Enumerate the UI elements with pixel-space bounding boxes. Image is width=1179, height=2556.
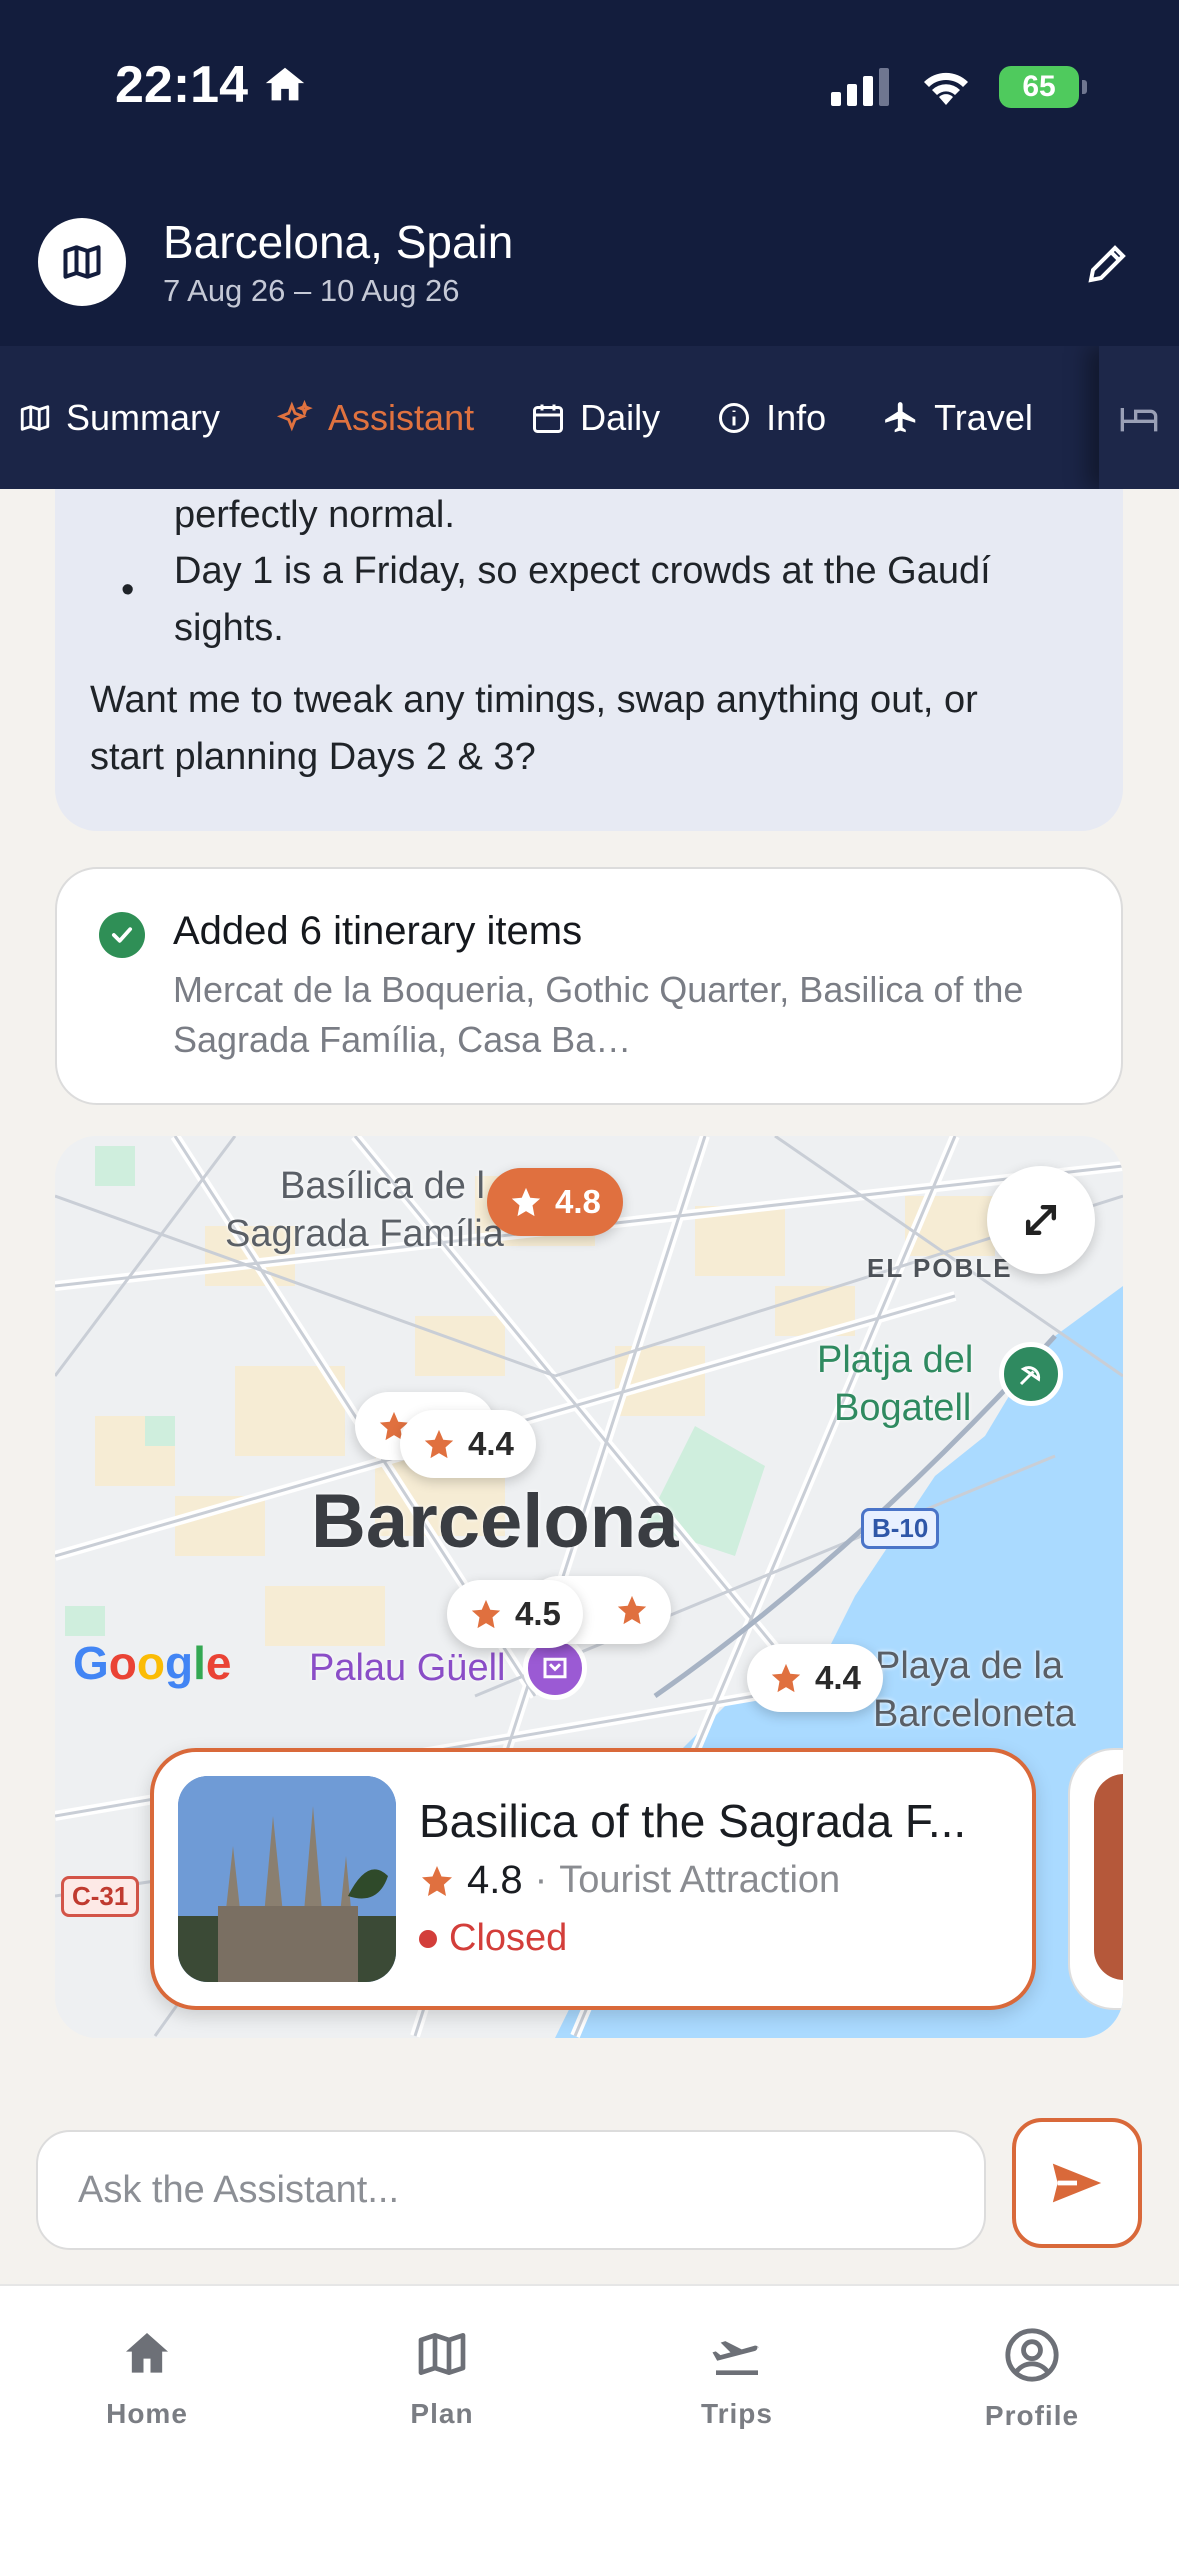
map-label-city: Barcelona	[311, 1479, 679, 1564]
home-status-icon	[265, 67, 305, 101]
map-icon	[63, 245, 101, 279]
map-marker-sagrada[interactable]: 4.8	[487, 1168, 623, 1236]
profile-icon	[1005, 2328, 1059, 2382]
chat-input-row	[0, 2110, 1179, 2250]
place-category: Tourist Attraction	[559, 1859, 841, 1901]
road-shield: B-10	[861, 1508, 940, 1549]
nav-trips[interactable]: Trips	[637, 2326, 837, 2430]
map-label: Platja del	[817, 1339, 974, 1381]
send-button[interactable]	[1012, 2118, 1142, 2248]
tab-daily[interactable]: Daily	[474, 346, 660, 489]
tab-info[interactable]: Info	[660, 346, 826, 489]
added-title: Added 6 itinerary items	[173, 909, 583, 953]
tab-assistant[interactable]: Assistant	[220, 346, 474, 489]
bed-icon	[1120, 407, 1158, 431]
google-logo: Google	[73, 1637, 232, 1689]
status-icons: 65	[831, 66, 1087, 108]
ask-assistant-input[interactable]	[36, 2130, 986, 2250]
status-bar: 22:14 65	[0, 0, 1179, 180]
star-icon	[422, 1865, 452, 1896]
status-dot-icon	[419, 1929, 437, 1948]
app-header: 22:14 65 Barcelona, Spain 7 Aug 26 – 10 …	[0, 0, 1179, 346]
status-time: 22:14	[115, 55, 308, 115]
place-photo	[178, 1776, 396, 1982]
sparkle-icon	[276, 399, 313, 431]
map-label: Bogatell	[834, 1387, 972, 1429]
expand-icon	[1025, 1204, 1057, 1236]
trip-title: Barcelona, Spain	[163, 216, 514, 268]
map-icon	[418, 2333, 466, 2375]
star-icon	[424, 1429, 454, 1459]
map-label: Sagrada Família	[225, 1213, 504, 1255]
map-label: Basílica de l	[280, 1165, 485, 1207]
added-summary: Mercat de la Boqueria, Gothic Quarter, B…	[173, 969, 1024, 1060]
message-text: perfectly normal.	[174, 494, 455, 536]
place-status: Closed	[419, 1917, 567, 1960]
trip-header: Barcelona, Spain 7 Aug 26 – 10 Aug 26	[0, 210, 1179, 310]
trip-dates: 7 Aug 26 – 10 Aug 26	[163, 273, 460, 308]
calendar-icon	[533, 404, 564, 433]
wifi-icon	[924, 72, 968, 105]
star-icon	[511, 1187, 541, 1217]
place-meta: 4.8 · Tourist Attraction	[419, 1858, 840, 1903]
meta-separator: ·	[534, 1859, 548, 1901]
nav-profile[interactable]: Profile	[932, 2326, 1132, 2432]
nav-home[interactable]: Home	[47, 2326, 247, 2430]
message-text: sights.	[174, 607, 284, 649]
edit-trip-button[interactable]	[1083, 240, 1131, 288]
map-icon	[20, 404, 50, 431]
map-label: EL POBLE	[867, 1253, 1013, 1283]
map-view[interactable]: Basílica de l Sagrada Família EL POBLE P…	[55, 1136, 1123, 2038]
map-label: Palau Güell	[309, 1647, 506, 1689]
home-indicator	[445, 2526, 735, 2536]
expand-map-button[interactable]	[987, 1166, 1095, 1274]
place-name: Basilica of the Sagrada F...	[419, 1795, 967, 1847]
tab-summary[interactable]: Summary	[0, 346, 220, 489]
message-question: Want me to tweak any timings, swap anyth…	[90, 679, 978, 778]
battery-indicator: 65	[999, 66, 1087, 108]
bottom-navigation: Home Plan Trips Profile	[0, 2284, 1179, 2556]
place-photo	[1094, 1774, 1123, 1980]
place-rating: 4.8	[467, 1858, 523, 1902]
pencil-icon	[1088, 245, 1126, 283]
road-shield: C-31	[61, 1876, 140, 1917]
check-icon	[99, 912, 145, 958]
bullet-dot: •	[121, 569, 135, 611]
chat-area: perfectly normal. • Day 1 is a Friday, s…	[0, 489, 1179, 2289]
star-icon	[771, 1663, 801, 1693]
tab-overflow[interactable]	[1099, 346, 1179, 489]
trip-map-button[interactable]	[38, 218, 126, 306]
map-label: Barceloneta	[873, 1693, 1076, 1735]
plane-takeoff-icon	[712, 2341, 760, 2375]
map-marker[interactable]: 4.5	[447, 1580, 583, 1648]
star-icon	[471, 1599, 501, 1629]
map-marker[interactable]: 4.4	[747, 1644, 883, 1712]
itinerary-added-card[interactable]: Added 6 itinerary items Mercat de la Boq…	[55, 867, 1123, 1105]
tab-bar: Summary Assistant Daily Info Travel	[0, 346, 1179, 489]
map-marker[interactable]: 4.4	[400, 1410, 536, 1478]
beach-pin-icon[interactable]	[999, 1342, 1063, 1406]
assistant-message: perfectly normal. • Day 1 is a Friday, s…	[55, 489, 1123, 831]
signal-icon	[831, 68, 889, 106]
send-icon	[1052, 2163, 1102, 2203]
nav-plan[interactable]: Plan	[342, 2326, 542, 2430]
place-card[interactable]: Basilica of the Sagrada F... 4.8 · Touri…	[150, 1748, 1036, 2010]
message-text: Day 1 is a Friday, so expect crowds at t…	[174, 550, 991, 592]
tab-travel[interactable]: Travel	[826, 346, 1033, 489]
home-icon	[126, 2333, 168, 2373]
info-icon	[719, 402, 750, 433]
plane-icon	[885, 401, 916, 432]
star-icon	[617, 1595, 647, 1625]
next-place-card[interactable]	[1068, 1748, 1123, 2010]
map-label: Playa de la	[875, 1645, 1064, 1687]
